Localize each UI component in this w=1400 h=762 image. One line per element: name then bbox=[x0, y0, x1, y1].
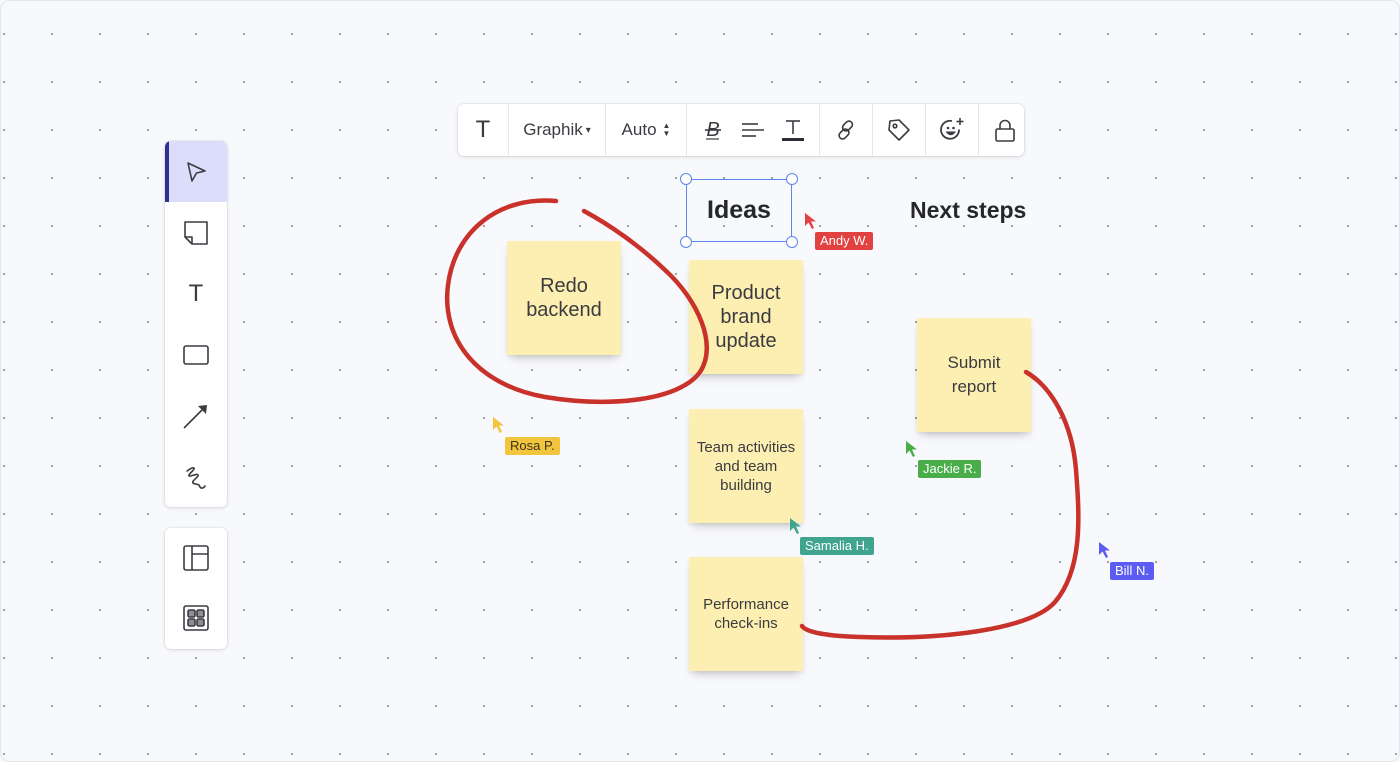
cursor-arrow-icon bbox=[805, 213, 816, 229]
text-tool[interactable]: T bbox=[165, 263, 227, 324]
lock-icon bbox=[995, 119, 1015, 142]
tag-icon bbox=[888, 119, 910, 141]
strikethrough-icon: B bbox=[705, 119, 721, 141]
sticky-note-tool[interactable] bbox=[165, 202, 227, 263]
collaborator-name-label: Jackie R. bbox=[918, 460, 982, 478]
text-color-button[interactable] bbox=[773, 104, 813, 156]
tag-button[interactable] bbox=[873, 104, 925, 156]
secondary-tool-rail bbox=[165, 528, 227, 649]
next-steps-heading[interactable]: Next steps bbox=[910, 197, 1026, 224]
sticky-note-text: Product brand update bbox=[711, 282, 781, 352]
caret-down-icon: ▾ bbox=[585, 124, 591, 136]
layout-template-icon bbox=[183, 545, 209, 571]
resize-handle-top-left[interactable] bbox=[680, 173, 692, 185]
sticky-note-product-brand[interactable]: Product brand update bbox=[689, 260, 803, 374]
link-icon bbox=[838, 120, 854, 140]
font-size-stepper[interactable]: Auto ▲ ▼ bbox=[606, 104, 686, 156]
sticky-note-redo-backend[interactable]: Redo backend bbox=[507, 241, 621, 355]
rectangle-icon bbox=[183, 344, 209, 365]
templates-tool[interactable] bbox=[165, 528, 227, 588]
select-tool[interactable] bbox=[165, 141, 227, 202]
cursor-arrow-icon bbox=[1099, 542, 1110, 558]
stepper-icon: ▲ ▼ bbox=[663, 122, 671, 138]
sticky-note-performance[interactable]: Performance check-ins bbox=[689, 557, 803, 671]
align-left-icon bbox=[742, 123, 764, 137]
ideas-heading-text: Ideas bbox=[707, 196, 771, 224]
add-emoji-icon bbox=[940, 118, 964, 140]
font-family-dropdown[interactable]: Graphik ▾ bbox=[509, 104, 605, 156]
collaborator-name-label: Samalia H. bbox=[800, 537, 874, 555]
text-style-button[interactable]: T bbox=[458, 104, 508, 156]
lock-button[interactable] bbox=[979, 104, 1031, 156]
resize-handle-bottom-left[interactable] bbox=[680, 236, 692, 248]
cursor-arrow-icon bbox=[493, 417, 504, 433]
resize-handle-top-right[interactable] bbox=[786, 173, 798, 185]
font-family-value: Graphik bbox=[523, 120, 583, 139]
sticky-note-text: Redo backend bbox=[526, 275, 602, 321]
strikethrough-button[interactable]: B bbox=[693, 104, 733, 156]
decrease-size-icon[interactable]: ▼ bbox=[663, 130, 671, 138]
sticky-note-text: Team activities and team building bbox=[696, 438, 796, 494]
sticky-note-submit-report[interactable]: Submit report bbox=[917, 318, 1031, 432]
add-reaction-button[interactable] bbox=[926, 104, 978, 156]
link-button[interactable] bbox=[820, 104, 872, 156]
sticky-note-icon bbox=[184, 220, 208, 245]
text-color-icon bbox=[782, 120, 804, 141]
text-format-toolbar: T Graphik ▾ Auto ▲ ▼ B bbox=[458, 104, 1024, 156]
sticky-note-text: Submit report bbox=[947, 353, 1001, 396]
text-icon: T bbox=[475, 116, 491, 143]
collaborator-name-label: Rosa P. bbox=[505, 437, 560, 455]
rectangle-tool[interactable] bbox=[165, 324, 227, 385]
text-tool-icon: T bbox=[188, 279, 204, 307]
tool-rail: T bbox=[165, 141, 227, 507]
sticky-note-text: Performance check-ins bbox=[703, 596, 789, 632]
apps-grid-icon bbox=[183, 605, 209, 631]
collaborator-name-label: Bill N. bbox=[1110, 562, 1154, 580]
font-size-value: Auto bbox=[621, 120, 657, 139]
align-button[interactable] bbox=[733, 104, 773, 156]
pointer-icon bbox=[187, 161, 206, 182]
cursor-arrow-icon bbox=[906, 441, 917, 457]
arrow-tool[interactable] bbox=[165, 385, 227, 446]
sticky-note-team-activities[interactable]: Team activities and team building bbox=[689, 409, 803, 523]
apps-tool[interactable] bbox=[165, 588, 227, 648]
resize-handle-bottom-right[interactable] bbox=[786, 236, 798, 248]
collaborator-name-label: Andy W. bbox=[815, 232, 874, 250]
pen-scribble-icon bbox=[186, 466, 206, 489]
pen-tool[interactable] bbox=[165, 446, 227, 507]
cursor-arrow-icon bbox=[790, 518, 801, 534]
ideas-heading[interactable]: Ideas bbox=[680, 173, 798, 248]
arrow-icon bbox=[183, 404, 207, 429]
